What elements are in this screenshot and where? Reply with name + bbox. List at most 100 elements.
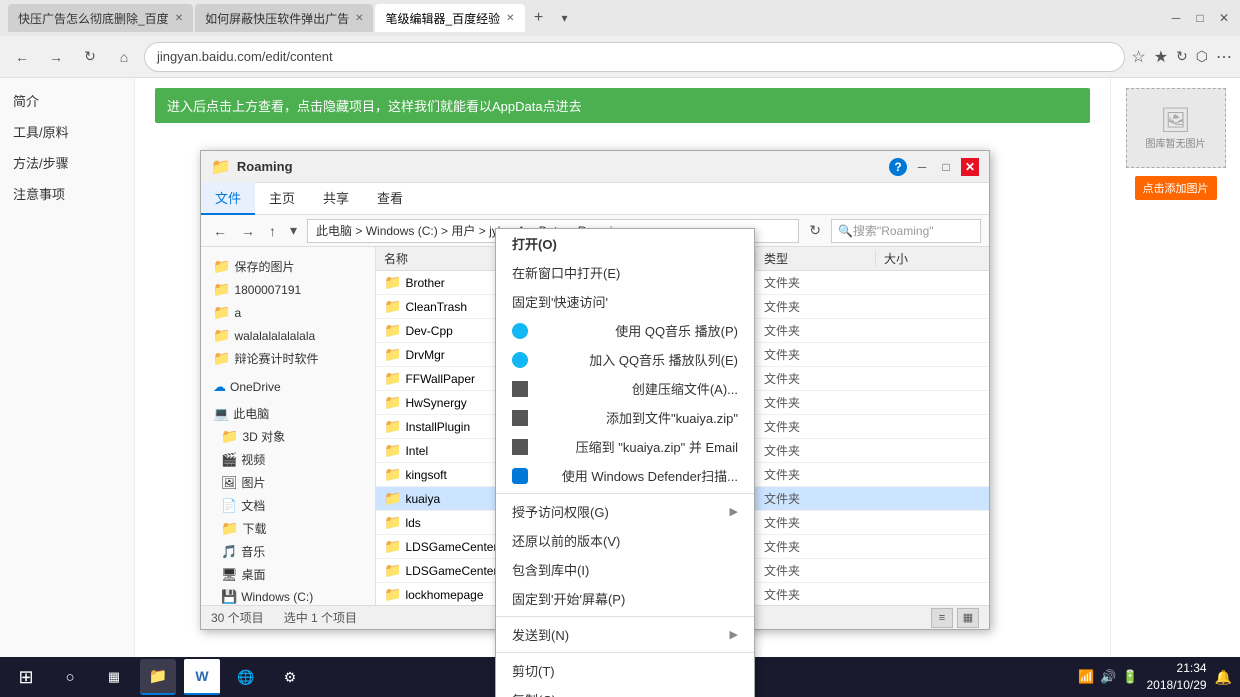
nav-item-docs[interactable]: 📄 文档 bbox=[201, 494, 375, 517]
detail-view-button[interactable]: ▦ bbox=[957, 608, 979, 628]
nav-item-label: 音乐 bbox=[241, 543, 265, 560]
folder-icon: 📁 bbox=[384, 490, 401, 507]
ctx-pin-start[interactable]: 固定到'开始'屏幕(P) bbox=[496, 584, 754, 613]
explorer-back-button[interactable]: ← bbox=[209, 221, 231, 241]
explorer-search-box[interactable]: 🔍 搜索"Roaming" bbox=[831, 219, 981, 243]
ctx-pin-quick-access[interactable]: 固定到'快速访问' bbox=[496, 287, 754, 316]
tab-2-close[interactable]: ✕ bbox=[355, 13, 363, 24]
nav-item-this-pc[interactable]: 💻 此电脑 bbox=[201, 402, 375, 425]
nav-item-a[interactable]: 📁 a bbox=[201, 301, 375, 324]
sidebar-item-notes[interactable]: 注意事项 bbox=[8, 181, 126, 206]
tab-2[interactable]: 如何屏蔽快压软件弹出广告 ✕ bbox=[195, 4, 373, 32]
notification-icon[interactable]: 🔔 bbox=[1215, 669, 1232, 686]
nav-item-c-drive[interactable]: 💾 Windows (C:) bbox=[201, 586, 375, 605]
explorer-recent-button[interactable]: ▾ bbox=[286, 220, 301, 241]
star-icon[interactable]: ★ bbox=[1154, 47, 1168, 67]
refresh-button[interactable]: ↻ bbox=[76, 43, 104, 71]
taskbar-taskview-button[interactable]: ▦ bbox=[96, 659, 132, 695]
forward-button[interactable]: → bbox=[42, 43, 70, 71]
drive-icon: 💾 bbox=[221, 589, 237, 605]
nav-item-downloads[interactable]: 📁 下载 bbox=[201, 517, 375, 540]
ctx-zip-email[interactable]: 压缩到 "kuaiya.zip" 并 Email bbox=[496, 432, 754, 461]
taskbar-clock[interactable]: 21:34 2018/10/29 bbox=[1147, 660, 1207, 694]
nav-item-1800[interactable]: 📁 1800007191 bbox=[201, 278, 375, 301]
explorer-refresh-button[interactable]: ↻ bbox=[805, 222, 825, 239]
ctx-grant-access[interactable]: 授予访问权限(G) ▶ bbox=[496, 497, 754, 526]
file-type: 文件夹 bbox=[756, 562, 876, 579]
explorer-up-button[interactable]: ↑ bbox=[265, 221, 280, 241]
nav-item-music[interactable]: 🎵 音乐 bbox=[201, 540, 375, 563]
tab-list-button[interactable]: ▾ bbox=[553, 6, 577, 30]
ctx-defender-scan[interactable]: 使用 Windows Defender扫描... bbox=[496, 461, 754, 490]
ctx-qq-play[interactable]: 使用 QQ音乐 播放(P) bbox=[496, 316, 754, 345]
nav-item-pictures[interactable]: 🖼 图片 bbox=[201, 471, 375, 494]
new-tab-button[interactable]: + bbox=[527, 6, 551, 30]
maximize-button[interactable]: □ bbox=[1192, 10, 1208, 26]
taskbar-word-button[interactable]: W bbox=[184, 659, 220, 695]
taskbar-search-button[interactable]: ○ bbox=[52, 659, 88, 695]
explorer-forward-button[interactable]: → bbox=[237, 221, 259, 241]
folder-icon: 📁 bbox=[384, 298, 401, 315]
selected-count: 选中 1 个项目 bbox=[284, 609, 357, 626]
taskbar-start-button[interactable]: ⊞ bbox=[8, 659, 44, 695]
taskbar-explorer-button[interactable]: 📁 bbox=[140, 659, 176, 695]
ctx-include-library[interactable]: 包含到库中(I) bbox=[496, 555, 754, 584]
nav-item-desktop[interactable]: 🖥 桌面 bbox=[201, 563, 375, 586]
ctx-copy[interactable]: 复制(C) bbox=[496, 685, 754, 697]
ctx-send-to[interactable]: 发送到(N) ▶ bbox=[496, 620, 754, 649]
nav-item-label: 视频 bbox=[241, 451, 265, 468]
ctx-open[interactable]: 打开(O) bbox=[496, 229, 754, 258]
explorer-close-button[interactable]: ✕ bbox=[961, 158, 979, 176]
tab-1[interactable]: 快压广告怎么彻底删除_百度 ✕ bbox=[8, 4, 193, 32]
nav-item-3d[interactable]: 📁 3D 对象 bbox=[201, 425, 375, 448]
explorer-minimize-button[interactable]: ─ bbox=[913, 158, 931, 176]
taskbar-settings-button[interactable]: ⚙ bbox=[272, 659, 308, 695]
ctx-add-to-zip[interactable]: 添加到文件"kuaiya.zip" bbox=[496, 403, 754, 432]
taskbar-right: 📶 🔊 🔋 21:34 2018/10/29 🔔 bbox=[1078, 660, 1232, 694]
ribbon-tab-file[interactable]: 文件 bbox=[201, 182, 255, 215]
close-button[interactable]: ✕ bbox=[1216, 10, 1232, 26]
bookmark-icon[interactable]: ☆ bbox=[1131, 47, 1145, 67]
nav-item-label: 此电脑 bbox=[233, 405, 269, 422]
nav-item-label: 辩论赛计时软件 bbox=[234, 350, 318, 367]
7zip-icon bbox=[512, 410, 528, 426]
sidebar-item-steps[interactable]: 方法/步骤 bbox=[8, 150, 126, 175]
add-image-button[interactable]: 点击添加图片 bbox=[1135, 176, 1217, 200]
more-icon[interactable]: ⋯ bbox=[1216, 47, 1232, 67]
nav-item-video[interactable]: 🎬 视频 bbox=[201, 448, 375, 471]
ctx-qq-queue[interactable]: 加入 QQ音乐 播放队列(E) bbox=[496, 345, 754, 374]
clock-date: 2018/10/29 bbox=[1147, 677, 1207, 694]
address-bar[interactable]: jingyan.baidu.com/edit/content bbox=[144, 42, 1125, 72]
tab-1-close[interactable]: ✕ bbox=[175, 13, 183, 24]
taskbar-browser-button[interactable]: 🌐 bbox=[228, 659, 264, 695]
ctx-open-new-window[interactable]: 在新窗口中打开(E) bbox=[496, 258, 754, 287]
ribbon-tab-share[interactable]: 共享 bbox=[309, 182, 363, 215]
tab-3-close[interactable]: ✕ bbox=[506, 13, 514, 24]
ctx-cut[interactable]: 剪切(T) bbox=[496, 656, 754, 685]
back-button[interactable]: ← bbox=[8, 43, 36, 71]
home-button[interactable]: ⌂ bbox=[110, 43, 138, 71]
ribbon-tab-view[interactable]: 查看 bbox=[363, 182, 417, 215]
minimize-button[interactable]: ─ bbox=[1168, 10, 1184, 26]
sidebar-item-tools[interactable]: 工具/原料 bbox=[8, 119, 126, 144]
explorer-maximize-button[interactable]: □ bbox=[937, 158, 955, 176]
sidebar-item-intro[interactable]: 简介 bbox=[8, 88, 126, 113]
list-view-button[interactable]: ≡ bbox=[931, 608, 953, 628]
ctx-create-archive[interactable]: 创建压缩文件(A)... bbox=[496, 374, 754, 403]
file-type: 文件夹 bbox=[756, 442, 876, 459]
nav-item-debate[interactable]: 📁 辩论赛计时软件 bbox=[201, 347, 375, 370]
nav-item-wala[interactable]: 📁 walalalalalalala bbox=[201, 324, 375, 347]
nav-item-onedrive[interactable]: ☁ OneDrive bbox=[201, 376, 375, 398]
share-icon[interactable]: ⬡ bbox=[1196, 48, 1208, 65]
placeholder-icon: 🖼 bbox=[1160, 106, 1190, 135]
system-tray: 📶 🔊 🔋 bbox=[1078, 669, 1139, 685]
ribbon-tab-home[interactable]: 主页 bbox=[255, 182, 309, 215]
nav-item-saved-pics[interactable]: 📁 保存的图片 bbox=[201, 255, 375, 278]
tab-bar: 快压广告怎么彻底删除_百度 ✕ 如何屏蔽快压软件弹出广告 ✕ 笔级编辑器_百度经… bbox=[8, 4, 1164, 32]
file-label: HwSynergy bbox=[405, 396, 466, 410]
file-type: 文件夹 bbox=[756, 490, 876, 507]
ctx-restore-previous[interactable]: 还原以前的版本(V) bbox=[496, 526, 754, 555]
refresh-icon2[interactable]: ↻ bbox=[1176, 48, 1188, 65]
explorer-help-icon[interactable]: ? bbox=[889, 158, 907, 176]
tab-3[interactable]: 笔级编辑器_百度经验 ✕ bbox=[375, 4, 524, 32]
